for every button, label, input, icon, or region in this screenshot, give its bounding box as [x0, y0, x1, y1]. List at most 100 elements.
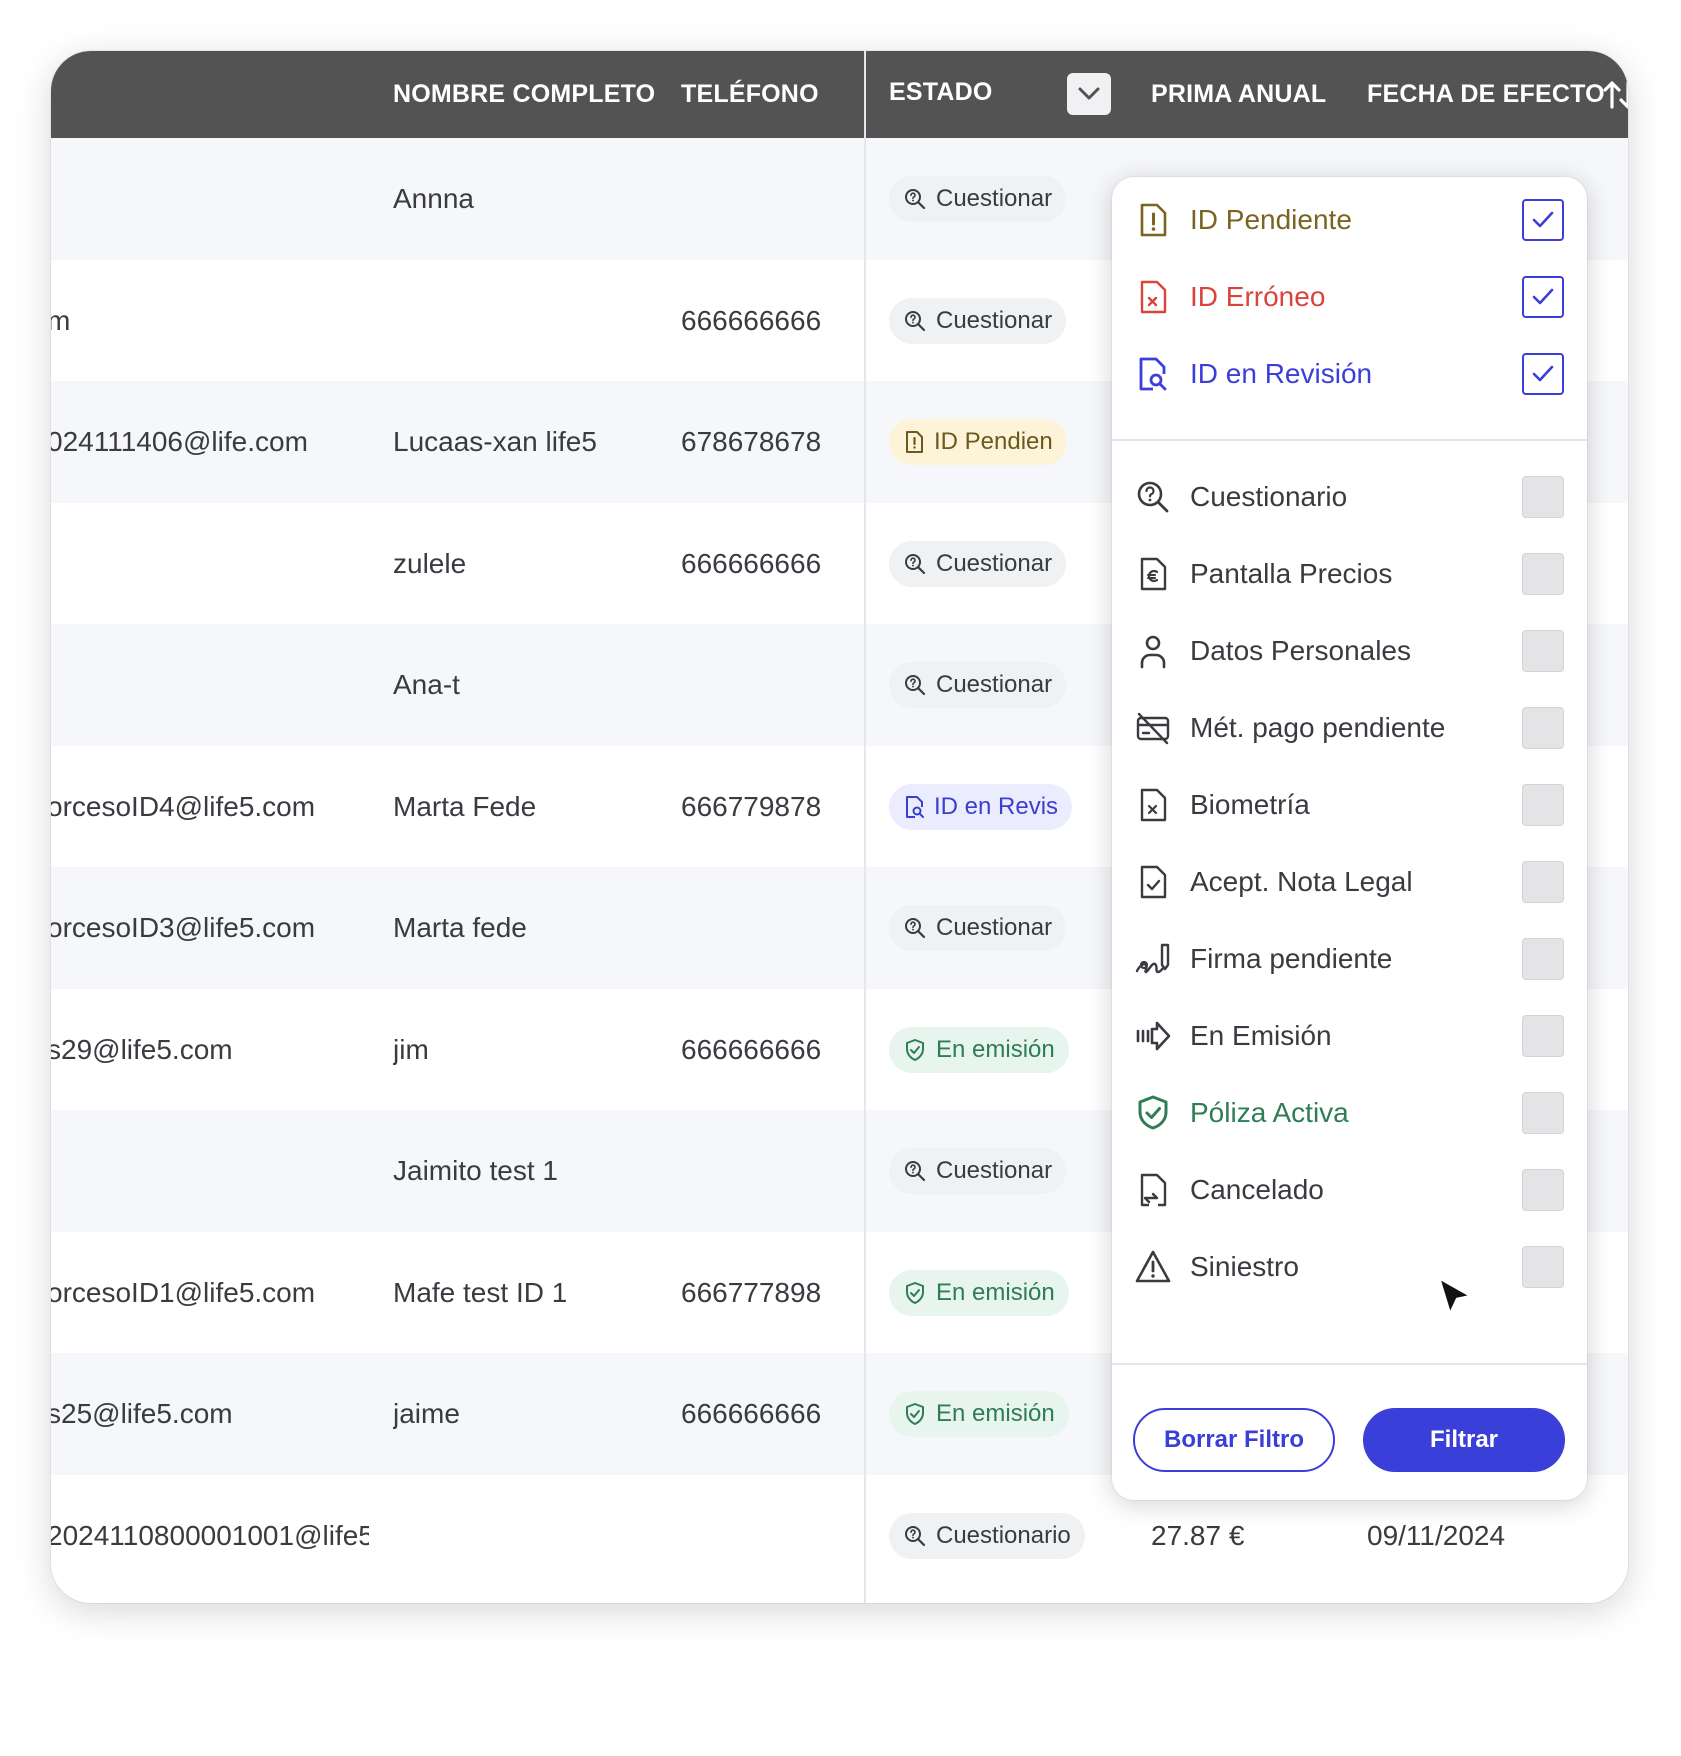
shield-check-icon — [1135, 1095, 1171, 1131]
table-header: NOMBRE COMPLETO TELÉFONO ESTADO PRIMA AN… — [51, 51, 1628, 138]
chevron-down-icon — [1078, 87, 1100, 100]
apply-filter-button[interactable]: Filtrar — [1363, 1408, 1565, 1472]
filter-option-label: Mét. pago pendiente — [1190, 712, 1446, 743]
id-pending-icon — [1135, 202, 1171, 238]
filter-option-label: Firma pendiente — [1190, 943, 1393, 974]
row-phone: 666779878 — [681, 790, 822, 822]
warning-icon — [1135, 1249, 1171, 1285]
filter-checkbox[interactable] — [1522, 353, 1564, 395]
filter-option-price-doc[interactable]: Pantalla Precios — [1112, 531, 1587, 617]
id-pending-icon — [903, 430, 934, 454]
filter-option-signature[interactable]: Firma pendiente — [1112, 916, 1587, 1002]
filter-option-id-error[interactable]: ID Erróneo — [1112, 254, 1587, 340]
status-filter-toggle[interactable] — [1067, 73, 1111, 115]
filter-checkbox[interactable] — [1522, 861, 1564, 903]
clear-filter-button[interactable]: Borrar Filtro — [1133, 1408, 1335, 1472]
filter-checkbox[interactable] — [1522, 476, 1564, 518]
person-icon — [1135, 633, 1171, 669]
status-badge-label: Cuestionario — [936, 1521, 1071, 1549]
row-email: m — [51, 304, 71, 336]
filter-option-label: ID en Revisión — [1190, 358, 1373, 389]
row-phone: 666666666 — [681, 304, 822, 336]
row-email — [51, 503, 369, 625]
filter-option-arrow-emission[interactable]: En Emisión — [1112, 993, 1587, 1079]
row-email: 2024110800001001@life5 — [51, 1519, 369, 1551]
filter-checkbox[interactable] — [1522, 1092, 1564, 1134]
filter-option-person[interactable]: Datos Personales — [1112, 608, 1587, 694]
status-badge-label: ID Pendien — [934, 428, 1053, 455]
row-name: Annna — [393, 183, 474, 214]
status-badge-label: Cuestionar — [936, 1157, 1053, 1184]
filter-checkbox[interactable] — [1522, 199, 1564, 241]
filter-option-label: ID Pendiente — [1190, 204, 1352, 235]
filter-option-questionnaire[interactable]: Cuestionario — [1112, 454, 1587, 540]
status-badge-label: En emisión — [936, 1035, 1055, 1063]
filter-checkbox[interactable] — [1522, 1246, 1564, 1288]
filter-option-label: Siniestro — [1190, 1251, 1299, 1282]
filter-option-label: ID Erróneo — [1190, 281, 1326, 312]
row-name: Marta Fede — [393, 790, 537, 822]
filter-option-id-review[interactable]: ID en Revisión — [1112, 331, 1587, 417]
status-badge: Cuestionario — [889, 1512, 1085, 1559]
status-badge-label: ID en Revis — [934, 792, 1059, 820]
filter-checkbox[interactable] — [1522, 553, 1564, 595]
policies-table-card: NOMBRE COMPLETO TELÉFONO ESTADO PRIMA AN… — [51, 51, 1628, 1603]
check-icon — [1532, 288, 1554, 305]
filter-option-warning[interactable]: Siniestro — [1112, 1224, 1587, 1310]
status-filter-dropdown: ID Pendiente ID Erróneo ID en Revisión Cues… — [1112, 177, 1587, 1500]
filter-option-doc-cancel[interactable]: Cancelado — [1112, 1147, 1587, 1233]
filter-checkbox[interactable] — [1522, 1015, 1564, 1057]
column-header-fecha[interactable]: FECHA DE EFECTO — [1367, 51, 1605, 138]
filter-option-card-off[interactable]: Mét. pago pendiente — [1112, 685, 1587, 771]
filter-option-label: Acept. Nota Legal — [1190, 866, 1413, 897]
row-phone: 666666666 — [681, 1033, 822, 1065]
column-header-phone[interactable]: TELÉFONO — [681, 51, 819, 138]
row-phone: 678678678 — [681, 426, 822, 457]
filter-option-id-pending[interactable]: ID Pendiente — [1112, 177, 1587, 263]
row-name: Lucaas-xan life5 — [393, 426, 597, 457]
status-badge: Cuestionar — [889, 540, 1067, 587]
id-review-icon — [903, 795, 934, 819]
row-email: orcesoID3@life5.com — [51, 912, 316, 943]
questionnaire-icon — [903, 552, 936, 576]
row-phone: 666777898 — [681, 1276, 822, 1308]
column-header-status[interactable]: ESTADO — [889, 51, 993, 138]
filter-option-biometry-doc[interactable]: Biometría — [1112, 762, 1587, 848]
column-header-name[interactable]: NOMBRE COMPLETO — [393, 51, 655, 138]
id-error-icon — [1135, 279, 1171, 315]
status-badge: En emisión — [889, 1026, 1069, 1073]
status-badge-label: Cuestionar — [936, 306, 1053, 334]
row-email: s25@life5.com — [51, 1398, 233, 1429]
row-name: zulele — [393, 547, 467, 579]
row-name: jaime — [393, 1398, 460, 1429]
sort-icon[interactable] — [1600, 75, 1628, 115]
status-badge: Cuestionar — [889, 662, 1067, 708]
filter-checkbox[interactable] — [1522, 938, 1564, 980]
filter-checkbox[interactable] — [1522, 1169, 1564, 1211]
card-off-icon — [1135, 710, 1171, 746]
check-icon — [1532, 211, 1554, 228]
filter-option-label: Cancelado — [1190, 1174, 1324, 1205]
filter-option-label: En Emisión — [1190, 1020, 1332, 1051]
doc-check-icon — [1135, 864, 1171, 900]
questionnaire-icon — [903, 673, 936, 697]
questionnaire-icon — [903, 1524, 936, 1548]
filter-option-label: Póliza Activa — [1190, 1097, 1349, 1128]
signature-icon — [1135, 941, 1171, 977]
filter-checkbox[interactable] — [1522, 784, 1564, 826]
filter-option-doc-check[interactable]: Acept. Nota Legal — [1112, 839, 1587, 925]
filter-checkbox[interactable] — [1522, 707, 1564, 749]
filter-checkbox[interactable] — [1522, 630, 1564, 672]
row-email — [51, 138, 369, 260]
row-name: Mafe test ID 1 — [393, 1276, 568, 1308]
shield-check-icon — [903, 1281, 936, 1305]
questionnaire-icon — [903, 916, 936, 940]
biometry-doc-icon — [1135, 787, 1171, 823]
filter-option-shield-check[interactable]: Póliza Activa — [1112, 1070, 1587, 1156]
filter-footer-separator — [1112, 1363, 1587, 1365]
row-email: 024111406@life.com — [51, 426, 308, 457]
status-badge-label: Cuestionar — [936, 549, 1053, 577]
column-header-prima[interactable]: PRIMA ANUAL — [1151, 51, 1326, 138]
filter-checkbox[interactable] — [1522, 276, 1564, 318]
status-badge-label: Cuestionar — [936, 671, 1053, 698]
